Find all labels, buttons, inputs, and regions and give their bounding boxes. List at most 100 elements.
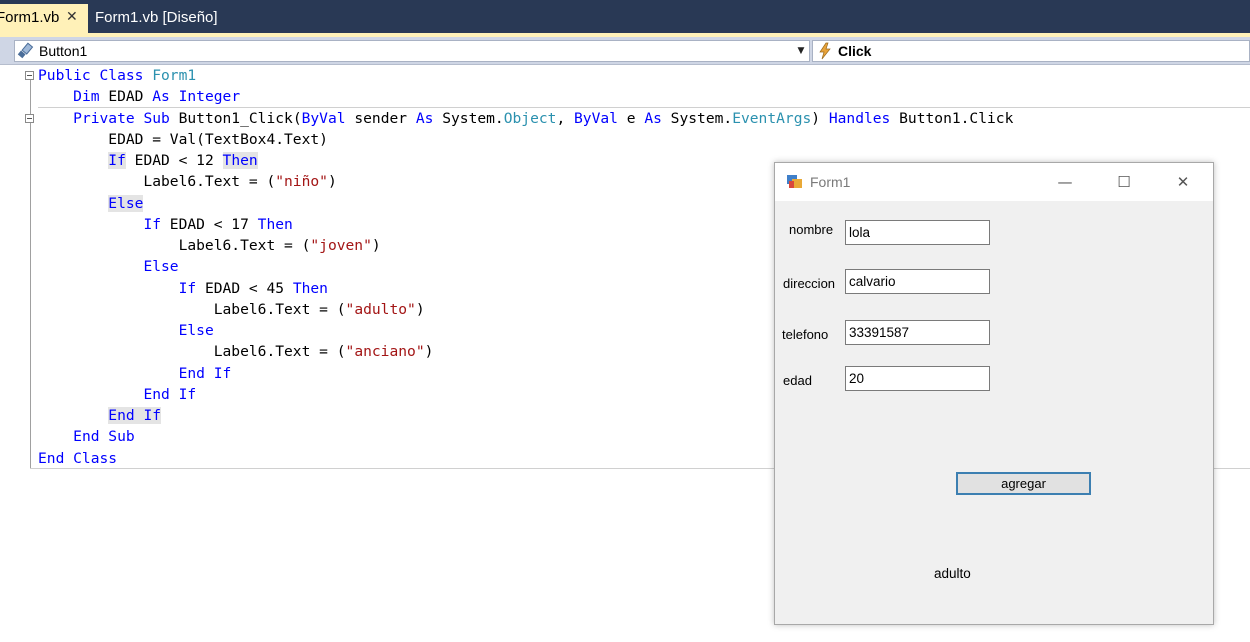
code-token: ) xyxy=(415,300,425,318)
code-token: EDAD < 12 xyxy=(125,152,223,169)
tab-form1-vb[interactable]: Form1.vb ✕ xyxy=(0,4,88,33)
code-token: As xyxy=(415,109,434,127)
code-token: sender xyxy=(345,109,416,127)
code-token: Label6.Text = ( xyxy=(38,343,346,361)
code-token: Form1 xyxy=(152,67,197,84)
code-token: System. xyxy=(433,109,504,127)
code-token: If xyxy=(178,279,197,297)
collapse-sub-icon[interactable] xyxy=(25,114,34,123)
edad-label: edad xyxy=(783,373,812,388)
code-token: Else xyxy=(143,258,179,276)
code-token: System. xyxy=(661,109,733,127)
code-token: EDAD < 17 xyxy=(161,215,258,233)
code-token: Button1_Click( xyxy=(178,109,302,127)
object-dropdown[interactable]: Button1 ▼ xyxy=(14,40,810,62)
code-line: Label6.Text = ("adulto") xyxy=(38,299,425,320)
code-token: EventArgs xyxy=(732,109,812,127)
tab-form1-design[interactable]: Form1.vb [Diseño] xyxy=(88,4,228,33)
minimize-icon[interactable]: — xyxy=(1045,169,1085,195)
code-token: End Sub xyxy=(73,428,135,446)
code-token: "joven" xyxy=(310,237,372,254)
code-token: Button1.Click xyxy=(890,109,1014,127)
code-line: EDAD = Val(TextBox4.Text) xyxy=(38,129,328,150)
code-line: Label6.Text = ("joven") xyxy=(38,235,381,256)
direccion-label: direccion xyxy=(783,276,836,291)
code-token: If xyxy=(143,215,162,233)
code-token: Label6.Text = ( xyxy=(38,173,276,191)
code-token: , xyxy=(556,109,575,127)
code-line: End Class xyxy=(38,448,117,469)
code-token: EDAD < 45 xyxy=(196,279,293,297)
code-token: ) xyxy=(811,109,829,127)
code-navigation-bar: Button1 ▼ Click xyxy=(0,37,1250,65)
outlining-margin xyxy=(30,74,31,469)
collapse-class-icon[interactable] xyxy=(25,71,34,80)
code-token: Label6.Text = ( xyxy=(38,300,346,318)
code-token: ByVal xyxy=(574,109,618,127)
document-tab-strip: Form1.vb ✕ Form1.vb [Diseño] xyxy=(0,0,1250,33)
code-line: End If xyxy=(38,405,162,426)
form1-titlebar[interactable]: Form1 — ☐ ✕ xyxy=(775,163,1213,201)
code-line: End Sub xyxy=(38,426,135,447)
direccion-field[interactable] xyxy=(845,269,990,294)
code-token: ByVal xyxy=(301,109,346,127)
event-dropdown[interactable]: Click xyxy=(812,40,1250,62)
code-token: As xyxy=(644,109,662,127)
code-token: ) xyxy=(327,173,337,191)
tab-form1-design-label: Form1.vb [Diseño] xyxy=(95,9,218,26)
code-token: If xyxy=(108,152,126,169)
close-icon[interactable]: ✕ xyxy=(1163,169,1203,195)
form1-title: Form1 xyxy=(810,174,851,190)
code-line: End If xyxy=(38,384,196,405)
form-app-icon xyxy=(786,173,804,191)
code-token: End If xyxy=(108,407,162,424)
telefono-label: telefono xyxy=(782,327,829,342)
code-token: EDAD xyxy=(108,88,153,106)
tab-form1-vb-label: Form1.vb xyxy=(0,9,60,26)
edad-field[interactable] xyxy=(845,366,990,391)
code-token: End If xyxy=(143,385,197,403)
code-token: Dim xyxy=(73,88,109,106)
code-line: Public Class Form1 xyxy=(38,65,196,86)
nombre-label: nombre xyxy=(789,222,834,237)
code-token: Label6.Text = ( xyxy=(38,237,311,254)
code-token: "adulto" xyxy=(345,300,416,318)
event-dropdown-value: Click xyxy=(838,43,872,59)
nombre-field[interactable] xyxy=(845,220,990,245)
code-line: If EDAD < 12 Then xyxy=(38,150,258,171)
code-line: If EDAD < 45 Then xyxy=(38,278,328,299)
code-token: Private Sub xyxy=(73,109,179,127)
code-line: Private Sub Button1_Click(ByVal sender A… xyxy=(38,108,1013,129)
code-line: If EDAD < 17 Then xyxy=(38,214,293,235)
code-line: Else xyxy=(38,193,144,214)
telefono-field[interactable] xyxy=(845,320,990,345)
code-token: Else xyxy=(178,322,214,339)
code-token: Public Class xyxy=(38,67,153,84)
form1-window: Form1 — ☐ ✕ nombre direccion telefono ed… xyxy=(774,162,1214,625)
maximize-icon[interactable]: ☐ xyxy=(1104,169,1144,195)
code-line: Label6.Text = ("niño") xyxy=(38,171,337,192)
code-token: ) xyxy=(424,343,434,361)
code-token: "anciano" xyxy=(345,343,425,361)
code-token: Then xyxy=(292,279,328,297)
code-token: Handles xyxy=(828,109,891,127)
dropdown-arrow-icon[interactable]: ▼ xyxy=(794,41,808,61)
code-token: EDAD = Val(TextBox4.Text) xyxy=(38,130,328,148)
agregar-button[interactable]: agregar xyxy=(956,472,1091,495)
tab-close-icon[interactable]: ✕ xyxy=(66,8,80,26)
object-dropdown-value: Button1 xyxy=(39,43,88,59)
code-token: Else xyxy=(108,194,144,212)
code-line: Dim EDAD As Integer xyxy=(38,86,240,107)
code-line: Else xyxy=(38,320,214,341)
lightning-icon xyxy=(818,42,832,60)
control-icon xyxy=(17,42,35,60)
code-token: Then xyxy=(257,215,293,233)
